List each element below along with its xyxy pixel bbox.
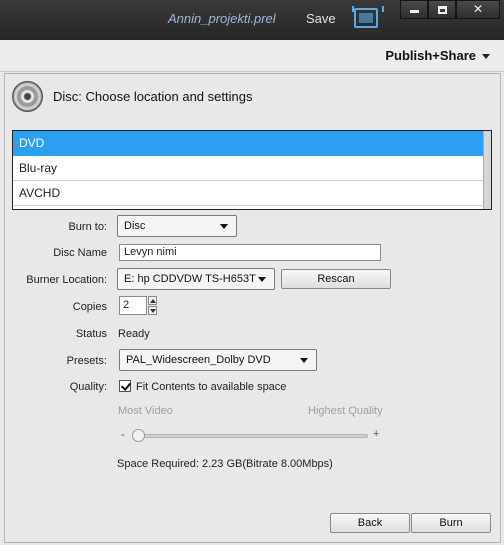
slider-plus-label: + <box>373 428 380 440</box>
close-button[interactable]: ✕ <box>456 0 500 19</box>
list-scrollbar[interactable] <box>483 131 491 209</box>
burn-to-dropdown[interactable]: Disc <box>117 215 237 237</box>
minimize-button[interactable] <box>400 0 428 19</box>
disc-name-field[interactable]: Levyn nimi <box>119 244 381 261</box>
burn-button[interactable]: Burn <box>411 513 491 533</box>
back-button[interactable]: Back <box>330 513 410 533</box>
close-icon: ✕ <box>472 2 484 16</box>
project-title: Annin_projekti.prel <box>168 11 276 26</box>
quality-label: Quality: <box>69 381 107 393</box>
panel-heading: Disc: Choose location and settings <box>53 89 253 104</box>
presets-label: Presets: <box>66 355 107 367</box>
quality-slider-handle[interactable] <box>132 429 145 442</box>
chevron-down-icon <box>300 358 308 363</box>
status-value: Ready <box>118 328 150 340</box>
status-label: Status <box>75 328 107 340</box>
space-required-text: Space Required: 2.23 GB(Bitrate 8.00Mbps… <box>117 458 333 470</box>
title-bar: Annin_projekti.prel Save ✕ <box>0 0 504 40</box>
disc-type-avchd[interactable]: AVCHD <box>13 181 491 206</box>
fit-contents-label: Fit Contents to available space <box>136 381 287 393</box>
disc-settings-panel: Disc: Choose location and settings DVD B… <box>4 73 501 543</box>
fit-contents-checkbox[interactable] <box>119 380 131 392</box>
minimize-icon <box>409 10 419 14</box>
chevron-down-icon <box>220 224 228 229</box>
maximize-button[interactable] <box>428 0 456 19</box>
disc-type-list: DVD Blu-ray AVCHD <box>12 130 492 210</box>
disc-type-dvd[interactable]: DVD <box>13 131 491 156</box>
most-video-label: Most Video <box>118 405 173 417</box>
save-button[interactable]: Save <box>306 11 336 26</box>
disc-type-bluray[interactable]: Blu-ray <box>13 156 491 181</box>
increment-icon[interactable] <box>148 296 157 305</box>
monitor-icon[interactable] <box>352 6 384 28</box>
disc-icon <box>12 81 43 112</box>
highest-quality-label: Highest Quality <box>308 405 383 417</box>
burn-to-label: Burn to: <box>68 221 107 233</box>
burner-location-label: Burner Location: <box>26 274 107 286</box>
presets-value: PAL_Widescreen_Dolby DVD <box>126 354 271 366</box>
rescan-button[interactable]: Rescan <box>281 269 391 289</box>
presets-dropdown[interactable]: PAL_Widescreen_Dolby DVD <box>119 349 317 371</box>
publish-share-bar: Publish+Share <box>0 40 504 72</box>
copies-label: Copies <box>72 301 107 313</box>
copies-stepper[interactable]: 2 <box>119 296 157 315</box>
quality-slider-track[interactable] <box>138 434 368 438</box>
burner-location-value: E: hp CDDVDW TS-H653T <box>124 273 256 285</box>
copies-value[interactable]: 2 <box>119 296 147 315</box>
publish-share-menu[interactable]: Publish+Share <box>385 48 476 63</box>
chevron-down-icon <box>258 277 266 282</box>
burner-location-dropdown[interactable]: E: hp CDDVDW TS-H653T <box>117 268 275 290</box>
maximize-icon <box>437 5 447 14</box>
decrement-icon[interactable] <box>148 306 157 315</box>
disc-name-label: Disc Name <box>53 247 107 259</box>
chevron-down-icon[interactable] <box>482 54 490 59</box>
slider-minus-label: - <box>121 429 125 441</box>
burn-to-value: Disc <box>124 220 146 232</box>
